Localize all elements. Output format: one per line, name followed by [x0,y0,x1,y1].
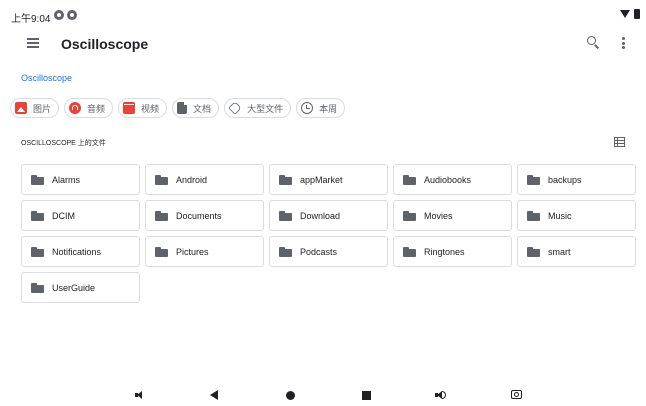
volume-down-icon[interactable] [135,390,145,400]
folder-label: Audiobooks [424,174,472,185]
folder-icon [279,174,292,185]
folder-item[interactable]: Android [145,164,264,195]
page-title: Oscilloscope [61,36,149,52]
folder-icon [403,246,416,257]
navigation-bar [0,385,646,406]
image-icon [15,102,27,114]
chip-this-week[interactable]: 本周 [296,98,346,118]
status-bar: 上午9:04 [0,0,646,30]
folder-item[interactable]: Audiobooks [393,164,512,195]
tag-icon [228,101,242,115]
filter-chips: 图片 音频 视频 文档 大型文件 本周 [10,98,346,118]
chip-images[interactable]: 图片 [10,98,60,118]
folder-item[interactable]: Movies [393,200,512,231]
folder-icon [31,246,44,257]
folder-label: Pictures [176,246,209,257]
wifi-icon [620,10,630,18]
folder-item[interactable]: Documents [145,200,264,231]
more-options-icon[interactable] [622,37,626,51]
folder-grid: Alarms Android appMarket Audiobooks backups D… [21,164,636,303]
chip-audio[interactable]: 音频 [64,98,114,118]
folder-icon [155,246,168,257]
folder-item[interactable]: smart [517,236,636,267]
folder-icon [527,174,540,185]
chip-label: 大型文件 [247,103,284,114]
folder-label: Podcasts [300,246,338,257]
folder-icon [403,174,416,185]
chip-label: 音频 [87,103,106,114]
chip-large-files[interactable]: 大型文件 [224,98,292,118]
volume-up-icon[interactable] [435,390,447,400]
section-title: OSCILLOSCOPE 上的文件 [21,140,106,147]
folder-icon [527,246,540,257]
status-indicators [620,9,640,19]
folder-label: backups [548,174,582,185]
history-icon [301,102,314,114]
folder-item[interactable]: Pictures [145,236,264,267]
chip-label: 图片 [33,103,52,114]
list-view-icon[interactable] [614,137,625,147]
folder-item[interactable]: Podcasts [269,236,388,267]
folder-label: UserGuide [52,282,96,293]
menu-icon[interactable] [27,38,39,48]
notification-icon [54,10,64,20]
battery-icon [634,9,640,19]
notification-icon [67,10,77,20]
chip-video[interactable]: 视频 [118,98,168,118]
folder-item[interactable]: backups [517,164,636,195]
folder-icon [31,210,44,221]
breadcrumb[interactable]: Oscilloscope [21,73,72,83]
camera-icon[interactable] [511,390,522,399]
home-icon[interactable] [286,391,295,400]
folder-icon [31,282,44,293]
audio-icon [69,102,82,114]
folder-item[interactable]: UserGuide [21,272,140,303]
folder-icon [155,210,168,221]
folder-label: Alarms [52,174,81,185]
back-icon[interactable] [210,390,218,400]
folder-icon [279,246,292,257]
chip-label: 文档 [193,103,212,114]
folder-icon [31,174,44,185]
folder-item[interactable]: Download [269,200,388,231]
app-bar: Oscilloscope [0,30,646,58]
chip-label: 视频 [141,103,160,114]
document-icon [177,102,188,114]
folder-label: smart [548,246,571,257]
folder-item[interactable]: DCIM [21,200,140,231]
folder-item[interactable]: Ringtones [393,236,512,267]
status-time: 上午9:04 [11,14,51,25]
folder-icon [403,210,416,221]
folder-item[interactable]: Music [517,200,636,231]
folder-label: Download [300,210,341,221]
recents-icon[interactable] [362,391,371,400]
folder-label: Android [176,174,208,185]
search-icon[interactable] [587,36,600,49]
folder-label: Documents [176,210,222,221]
folder-label: DCIM [52,210,75,221]
folder-item[interactable]: appMarket [269,164,388,195]
folder-label: Music [548,210,572,221]
chip-documents[interactable]: 文档 [172,98,220,118]
folder-icon [279,210,292,221]
video-icon [123,102,136,114]
folder-label: appMarket [300,174,343,185]
folder-label: Notifications [52,246,102,257]
folder-item[interactable]: Alarms [21,164,140,195]
folder-label: Ringtones [424,246,465,257]
folder-item[interactable]: Notifications [21,236,140,267]
folder-icon [155,174,168,185]
folder-icon [527,210,540,221]
chip-label: 本周 [319,103,338,114]
folder-label: Movies [424,210,453,221]
